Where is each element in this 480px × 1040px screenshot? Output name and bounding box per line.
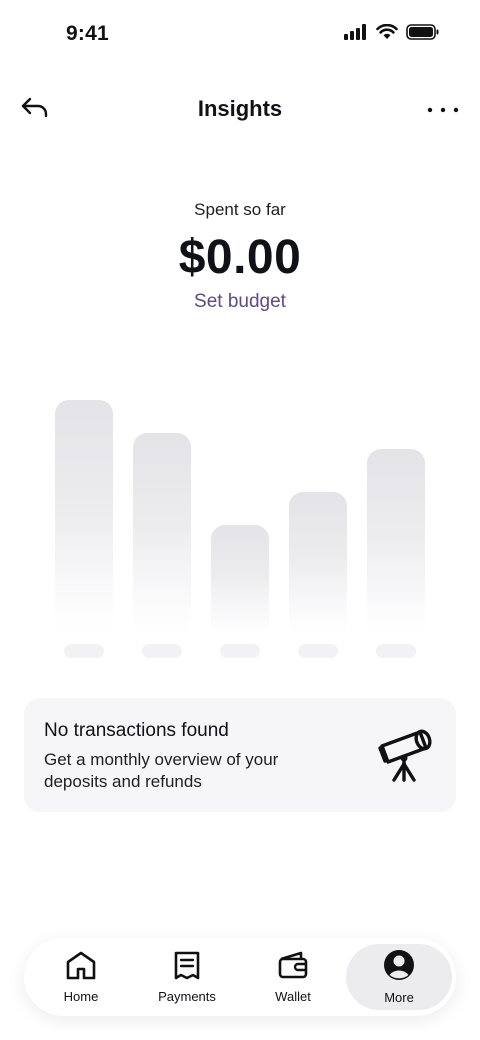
nav-wallet[interactable]: Wallet: [240, 944, 346, 1010]
signal-icon: [344, 24, 368, 40]
spent-label: Spent so far: [194, 200, 286, 219]
chart-label-placeholder-2: [142, 644, 182, 658]
nav-more-label: More: [384, 990, 414, 1005]
chart-bar-2: [133, 433, 191, 635]
battery-icon: [406, 24, 440, 40]
spent-amount: $0.00: [178, 231, 302, 284]
empty-state-description: Get a monthly overview of your deposits …: [44, 750, 279, 791]
page-title: Insights: [197, 96, 283, 121]
empty-state-title: No transactions found: [44, 720, 229, 741]
chart-bar-5: [367, 449, 425, 635]
nav-wallet-label: Wallet: [275, 989, 311, 1004]
nav-more[interactable]: More: [346, 944, 452, 1010]
set-budget-link[interactable]: Set budget: [194, 291, 286, 313]
status-icons: [344, 24, 440, 40]
wallet-icon: [277, 950, 309, 985]
nav-home[interactable]: Home: [28, 944, 134, 1010]
nav-home-label: Home: [63, 989, 99, 1004]
chart-label-placeholder-5: [376, 644, 416, 658]
wifi-icon: [376, 24, 398, 40]
bottom-nav: Home Payments Wallet More: [24, 938, 456, 1016]
header: Insights: [0, 84, 480, 134]
chart-label-placeholder-3: [220, 644, 260, 658]
spending-summary: Spent so far $0.00 Set budget: [0, 200, 480, 313]
chart-bar-4: [289, 492, 347, 635]
spending-chart: [0, 380, 480, 670]
chart-label-placeholder-4: [298, 644, 338, 658]
chart-bar-3: [211, 525, 269, 635]
nav-payments-label: Payments: [158, 989, 216, 1004]
home-icon: [65, 950, 97, 985]
empty-state-card: No transactions found Get a monthly over…: [24, 698, 456, 812]
receipt-icon: [173, 950, 201, 985]
more-dots-icon: [426, 101, 460, 119]
status-bar: 9:41: [0, 0, 480, 72]
nav-payments[interactable]: Payments: [134, 944, 240, 1010]
chart-bar-1: [55, 400, 113, 635]
chart-label-placeholder-1: [64, 644, 104, 658]
status-time: 9:41: [66, 22, 109, 45]
more-options-button[interactable]: [420, 94, 460, 126]
telescope-icon: [376, 726, 438, 787]
profile-icon: [383, 949, 415, 986]
